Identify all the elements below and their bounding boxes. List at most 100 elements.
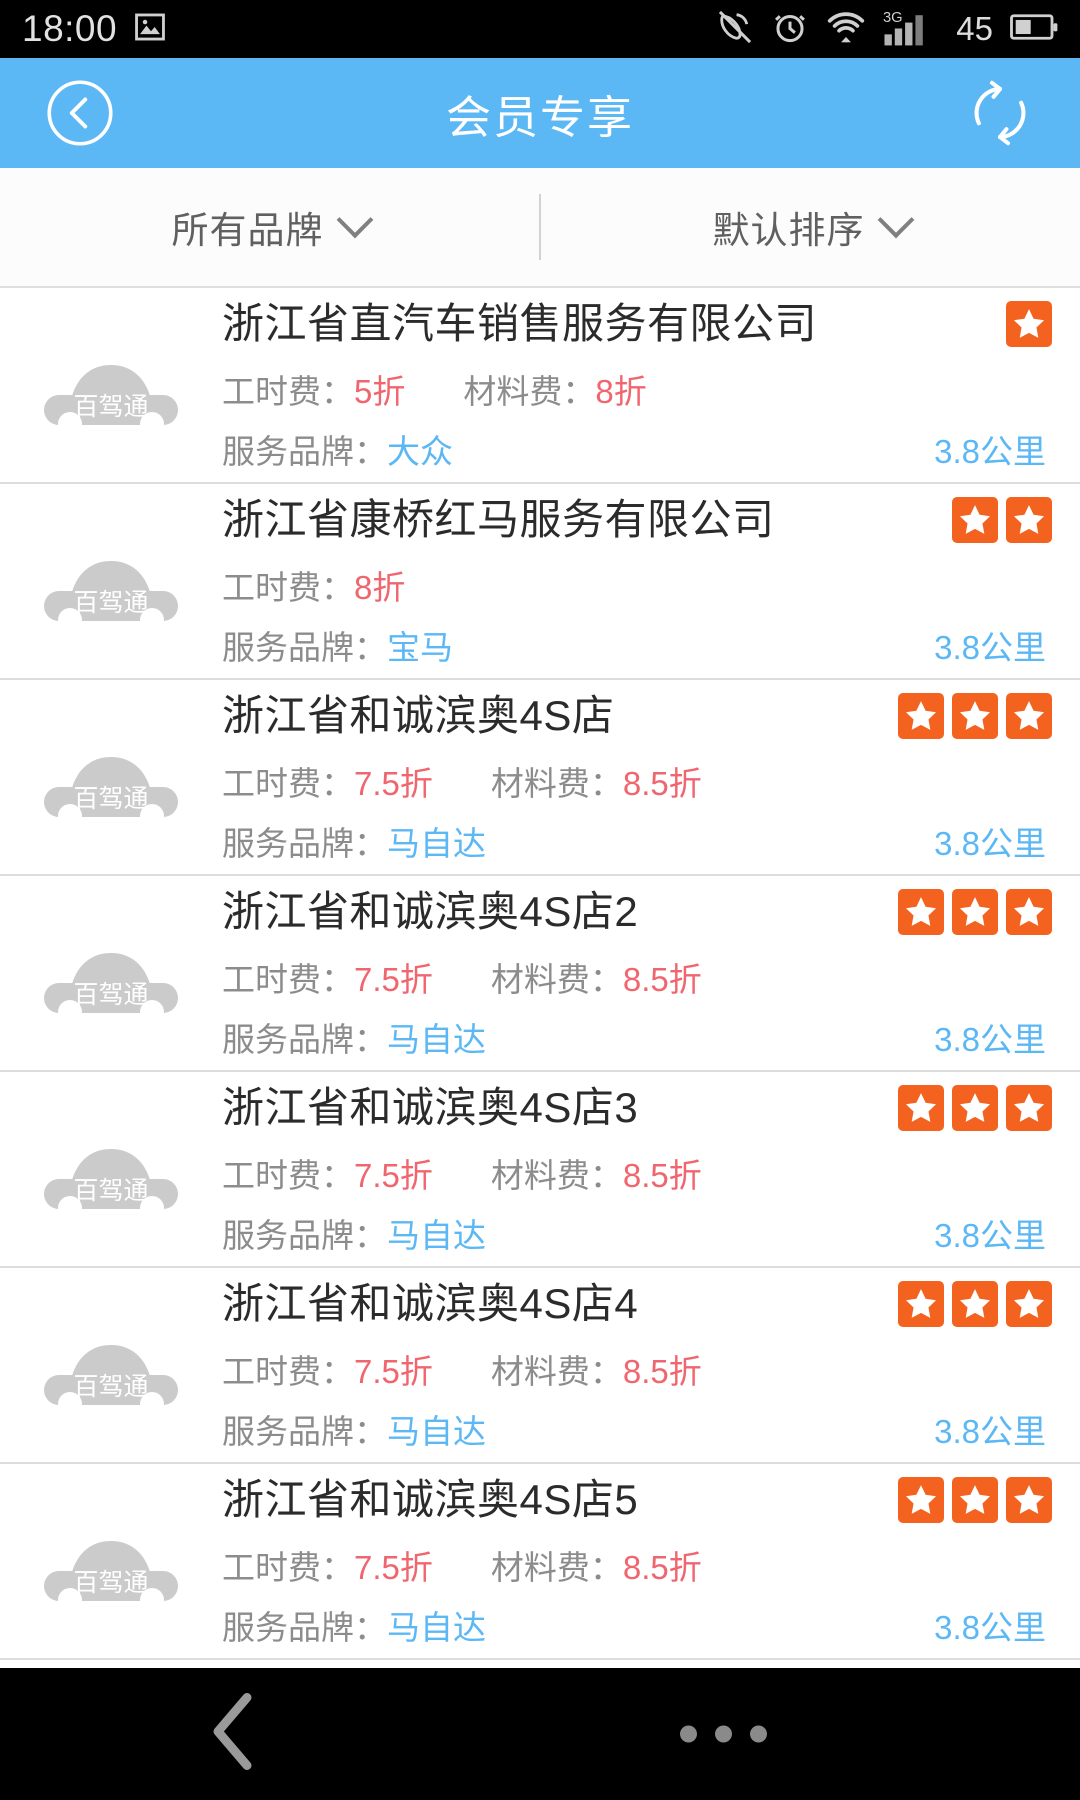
rating-star-badge — [952, 1085, 998, 1131]
nav-back-button[interactable] — [205, 1692, 259, 1777]
merchant-name: 浙江省和诚滨奥4S店3 — [222, 1084, 639, 1132]
rating-stars — [992, 301, 1052, 347]
merchant-thumbnail: 百驾通 — [0, 680, 222, 874]
labor-fee-value: 7.5折 — [354, 1352, 433, 1390]
merchant-info: 浙江省和诚滨奥4S店5 工时费： 7.5折 材料费： 8.5折 服务品牌： 马自… — [222, 1464, 1052, 1658]
brand-filter-button[interactable]: 所有品牌 — [0, 168, 539, 286]
merchant-thumbnail: 百驾通 — [0, 1072, 222, 1266]
system-nav-bar — [0, 1668, 1080, 1800]
material-fee-label: 材料费： — [463, 372, 596, 410]
brand-row: 服务品牌： 马自达 3.8公里 — [222, 1405, 1052, 1453]
brand-row: 服务品牌： 马自达 3.8公里 — [222, 1013, 1052, 1061]
merchant-list-item[interactable]: 百驾通 浙江省和诚滨奥4S店2 工时费： 7.5折 材料费： 8.5折 服务品牌… — [0, 876, 1080, 1072]
service-brand-value[interactable]: 马自达 — [387, 1209, 486, 1257]
alarm-icon — [771, 8, 809, 51]
rating-stars — [884, 1085, 1052, 1131]
merchant-list-item[interactable]: 百驾通 浙江省康桥红马服务有限公司 工时费： 8折 服务品牌： 宝马 3.8公里 — [0, 484, 1080, 680]
service-brand-label: 服务品牌： — [222, 432, 387, 470]
refresh-button[interactable] — [962, 75, 1038, 151]
service-brand-label: 服务品牌： — [222, 824, 387, 862]
rating-stars — [884, 889, 1052, 935]
distance-label: 3.8公里 — [934, 1608, 1046, 1646]
rating-stars — [884, 1281, 1052, 1327]
fee-row: 工时费： 7.5折 材料费： 8.5折 — [222, 1541, 1052, 1589]
labor-fee-label: 工时费： — [222, 1548, 354, 1586]
material-fee: 材料费： 8.5折 — [491, 1345, 702, 1393]
service-brand-value[interactable]: 马自达 — [387, 1601, 486, 1649]
service-brand-label: 服务品牌： — [222, 1412, 387, 1450]
overflow-dots-icon — [715, 1725, 732, 1743]
merchant-thumbnail: 百驾通 — [0, 1464, 222, 1658]
sort-filter-button[interactable]: 默认排序 — [541, 168, 1080, 286]
merchant-list-item[interactable]: 百驾通 浙江省和诚滨奥4S店5 工时费： 7.5折 材料费： 8.5折 服务品牌… — [0, 1464, 1080, 1660]
material-fee-value: 8.5折 — [622, 960, 702, 998]
merchant-info: 浙江省和诚滨奥4S店2 工时费： 7.5折 材料费： 8.5折 服务品牌： 马自… — [222, 876, 1052, 1070]
rating-star-badge — [1006, 693, 1052, 739]
labor-fee: 工时费： 7.5折 — [222, 953, 433, 1001]
signal-icon: 3G — [883, 7, 939, 52]
rating-star-badge — [952, 693, 998, 739]
car-placeholder-icon: 百驾通 — [44, 1345, 178, 1416]
brand-row: 服务品牌： 大众 3.8公里 — [222, 425, 1052, 473]
service-brand-value[interactable]: 宝马 — [387, 621, 453, 669]
car-placeholder-icon: 百驾通 — [44, 953, 178, 1024]
svg-text:百驾通: 百驾通 — [73, 1177, 148, 1205]
material-fee-label: 材料费： — [490, 1352, 623, 1390]
merchant-list[interactable]: 百驾通 浙江省直汽车销售服务有限公司 工时费： 5折 材料费： 8折 服务品牌：… — [0, 288, 1080, 1668]
merchant-list-item[interactable]: 百驾通 浙江省和诚滨奥4S店4 工时费： 7.5折 材料费： 8.5折 服务品牌… — [0, 1268, 1080, 1464]
svg-text:百驾通: 百驾通 — [73, 785, 148, 813]
svg-text:3G: 3G — [883, 9, 903, 25]
car-placeholder-icon: 百驾通 — [44, 365, 178, 436]
nav-menu-button[interactable] — [680, 1725, 767, 1743]
service-brand-value[interactable]: 马自达 — [387, 1013, 486, 1061]
svg-text:百驾通: 百驾通 — [73, 981, 148, 1009]
material-fee-value: 8.5折 — [622, 1156, 702, 1194]
chevron-down-icon — [336, 201, 373, 239]
rating-star-badge — [1006, 497, 1052, 543]
rating-star-badge — [1006, 889, 1052, 935]
car-placeholder-icon: 百驾通 — [44, 1149, 178, 1220]
labor-fee-value: 7.5折 — [354, 764, 433, 802]
back-chevron-icon — [213, 1693, 252, 1770]
star-icon — [905, 1289, 937, 1318]
rating-star-badge — [952, 497, 998, 543]
merchant-list-item[interactable]: 百驾通 浙江省和诚滨奥4S店 工时费： 7.5折 材料费： 8.5折 服务品牌：… — [0, 680, 1080, 876]
status-bar-left: 18:00 — [22, 8, 167, 50]
refresh-icon — [974, 80, 1026, 146]
sort-filter-label: 默认排序 — [712, 210, 865, 251]
material-fee-value: 8.5折 — [622, 1352, 702, 1390]
star-icon — [959, 1289, 991, 1318]
service-brand-value[interactable]: 马自达 — [387, 1405, 486, 1453]
merchant-info: 浙江省康桥红马服务有限公司 工时费： 8折 服务品牌： 宝马 3.8公里 — [222, 484, 1052, 678]
merchant-name: 浙江省康桥红马服务有限公司 — [222, 496, 775, 544]
service-brand-label: 服务品牌： — [222, 1608, 387, 1646]
merchant-info: 浙江省直汽车销售服务有限公司 工时费： 5折 材料费： 8折 服务品牌： 大众 … — [222, 288, 1052, 482]
material-fee-value: 8折 — [595, 372, 647, 410]
merchant-thumbnail: 百驾通 — [0, 876, 222, 1070]
material-fee-value: 8.5折 — [622, 764, 702, 802]
star-icon — [905, 1093, 937, 1122]
service-brand-value[interactable]: 马自达 — [387, 817, 486, 865]
rating-star-badge — [898, 1281, 944, 1327]
merchant-list-item[interactable]: 百驾通 浙江省和诚滨奥4S店3 工时费： 7.5折 材料费： 8.5折 服务品牌… — [0, 1072, 1080, 1268]
rating-stars — [884, 693, 1052, 739]
back-button[interactable] — [42, 75, 118, 151]
car-placeholder-icon: 百驾通 — [44, 757, 178, 828]
brand-row: 服务品牌： 马自达 3.8公里 — [222, 817, 1052, 865]
rating-star-badge — [898, 693, 944, 739]
star-icon — [905, 701, 937, 730]
star-icon — [959, 897, 991, 926]
distance-label: 3.8公里 — [934, 1412, 1046, 1450]
page-title: 会员专享 — [445, 91, 634, 143]
star-icon — [905, 1485, 937, 1514]
labor-fee-value: 7.5折 — [354, 1156, 433, 1194]
service-brand-value[interactable]: 大众 — [387, 425, 453, 473]
merchant-list-item[interactable]: 百驾通 浙江省直汽车销售服务有限公司 工时费： 5折 材料费： 8折 服务品牌：… — [0, 288, 1080, 484]
merchant-name: 浙江省和诚滨奥4S店2 — [222, 888, 639, 936]
distance-label: 3.8公里 — [934, 628, 1046, 666]
rating-star-badge — [1006, 1281, 1052, 1327]
material-fee: 材料费： 8.5折 — [491, 1541, 702, 1589]
merchant-title-row: 浙江省和诚滨奥4S店4 — [222, 1277, 1052, 1331]
rating-star-badge — [1006, 1477, 1052, 1523]
labor-fee: 工时费： 7.5折 — [222, 1149, 433, 1197]
